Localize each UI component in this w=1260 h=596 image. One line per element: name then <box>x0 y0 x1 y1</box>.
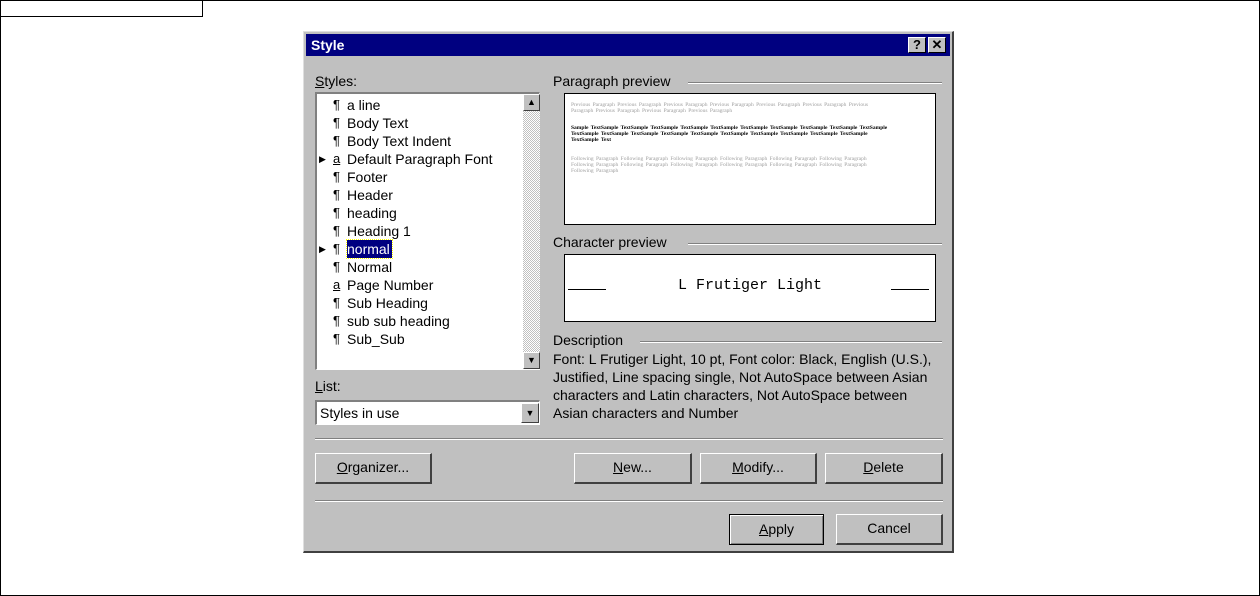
title-bar: Style ? ✕ <box>306 34 950 56</box>
style-list-item[interactable]: ¶ Sub Heading <box>317 294 522 312</box>
style-list-item[interactable]: ¶ Body Text <box>317 114 522 132</box>
paragraph-style-icon: ¶ <box>333 295 340 310</box>
styles-label: Styles: <box>315 73 358 89</box>
style-list-item[interactable]: ¶ heading <box>317 204 522 222</box>
paragraph-style-icon: ¶ <box>333 241 340 256</box>
style-list-item[interactable]: ▶ ¶ normal <box>317 239 522 259</box>
separator <box>315 500 943 502</box>
style-list-item-label: a line <box>347 97 381 113</box>
paragraph-style-icon: ¶ <box>333 97 340 112</box>
help-button[interactable]: ? <box>908 37 926 53</box>
style-list-item-label: Header <box>347 187 393 203</box>
apply-button[interactable]: Apply <box>729 514 824 545</box>
arrow-right-icon: ▶ <box>319 244 326 254</box>
paragraph-style-icon: ¶ <box>333 187 340 202</box>
separator <box>315 438 943 440</box>
style-list-item[interactable]: ¶ Normal <box>317 258 522 276</box>
character-preview-label: Character preview <box>553 234 667 250</box>
preview-sample-text: Sample TextSample TextSample TextSample … <box>571 125 888 143</box>
preview-following-text: Following Paragraph Following Paragraph … <box>571 156 867 174</box>
paragraph-style-icon: ¶ <box>333 115 340 130</box>
style-list-item[interactable]: ▶ a Default Paragraph Font <box>317 150 522 168</box>
paragraph-style-icon: ¶ <box>333 331 340 346</box>
new-button[interactable]: New... <box>574 453 692 484</box>
style-list-item[interactable]: a Page Number <box>317 276 522 294</box>
close-button[interactable]: ✕ <box>928 37 946 53</box>
paragraph-style-icon: ¶ <box>333 133 340 148</box>
style-list-item[interactable]: ¶ Footer <box>317 168 522 186</box>
style-list-item[interactable]: ¶ Sub_Sub <box>317 330 522 348</box>
paragraph-style-icon: ¶ <box>333 205 340 220</box>
corner-tab <box>0 0 203 17</box>
style-list-item-label: normal <box>346 239 393 259</box>
group-divider <box>688 82 942 84</box>
list-label: List: <box>315 378 341 394</box>
dialog-title: Style <box>311 37 345 53</box>
style-list-item-label: Normal <box>347 259 393 275</box>
description-label: Description <box>553 332 624 348</box>
preview-rule-right <box>891 289 929 290</box>
styles-listbox[interactable]: ¶ a line ¶ Body Text ¶ Body Text Indent ▶ a Defa… <box>315 92 540 370</box>
style-list-item-label: Footer <box>347 169 388 185</box>
paragraph-style-icon: ¶ <box>333 313 340 328</box>
style-dialog: Style ? ✕ Styles: ¶ a line ¶ Body Text ¶ Body… <box>303 31 954 553</box>
paragraph-style-icon: ¶ <box>333 169 340 184</box>
description-text: Font: L Frutiger Light, 10 pt, Font colo… <box>553 351 932 421</box>
character-style-icon: a <box>333 151 341 166</box>
character-preview-sample: L Frutiger Light <box>677 277 823 294</box>
style-list-item-label: Heading 1 <box>347 223 411 239</box>
paragraph-style-icon: ¶ <box>333 259 340 274</box>
group-divider <box>688 243 942 245</box>
list-dropdown[interactable]: Styles in use ▼ <box>315 400 540 425</box>
style-list-item-label: heading <box>347 205 397 221</box>
style-list-item-label: Page Number <box>347 277 434 293</box>
style-list-item[interactable]: ¶ Heading 1 <box>317 222 522 240</box>
list-dropdown-value: Styles in use <box>320 405 400 421</box>
style-list-item-label: sub sub heading <box>347 313 450 329</box>
style-list-item-label: Body Text <box>347 115 409 131</box>
organizer-button[interactable]: Organizer... <box>315 453 432 484</box>
style-list-item-label: Sub Heading <box>347 295 428 311</box>
delete-button[interactable]: Delete <box>825 453 943 484</box>
paragraph-style-icon: ¶ <box>333 223 340 238</box>
character-preview-box: L Frutiger Light <box>564 254 936 322</box>
styles-scrollbar[interactable]: ▲ ▼ <box>523 94 540 369</box>
style-list-item[interactable]: ¶ a line <box>317 96 522 114</box>
group-divider <box>640 341 942 343</box>
style-list-item-label: Body Text Indent <box>347 133 452 149</box>
modify-button[interactable]: Modify... <box>700 453 817 484</box>
scroll-up-button[interactable]: ▲ <box>523 94 540 111</box>
style-list-item[interactable]: ¶ Body Text Indent <box>317 132 522 150</box>
cancel-button[interactable]: Cancel <box>836 514 943 545</box>
scroll-down-button[interactable]: ▼ <box>523 352 540 369</box>
chevron-down-icon[interactable]: ▼ <box>521 403 539 423</box>
style-list-item[interactable]: ¶ Header <box>317 186 522 204</box>
character-style-icon: a <box>333 277 341 292</box>
paragraph-preview-box: Previous Paragraph Previous Paragraph Pr… <box>564 93 936 225</box>
arrow-right-icon: ▶ <box>319 154 326 164</box>
paragraph-preview-label: Paragraph preview <box>553 73 671 89</box>
style-list-item-label: Default Paragraph Font <box>347 151 493 167</box>
preview-previous-text: Previous Paragraph Previous Paragraph Pr… <box>571 102 869 114</box>
style-list-item[interactable]: ¶ sub sub heading <box>317 312 522 330</box>
style-list-item-label: Sub_Sub <box>347 331 405 347</box>
